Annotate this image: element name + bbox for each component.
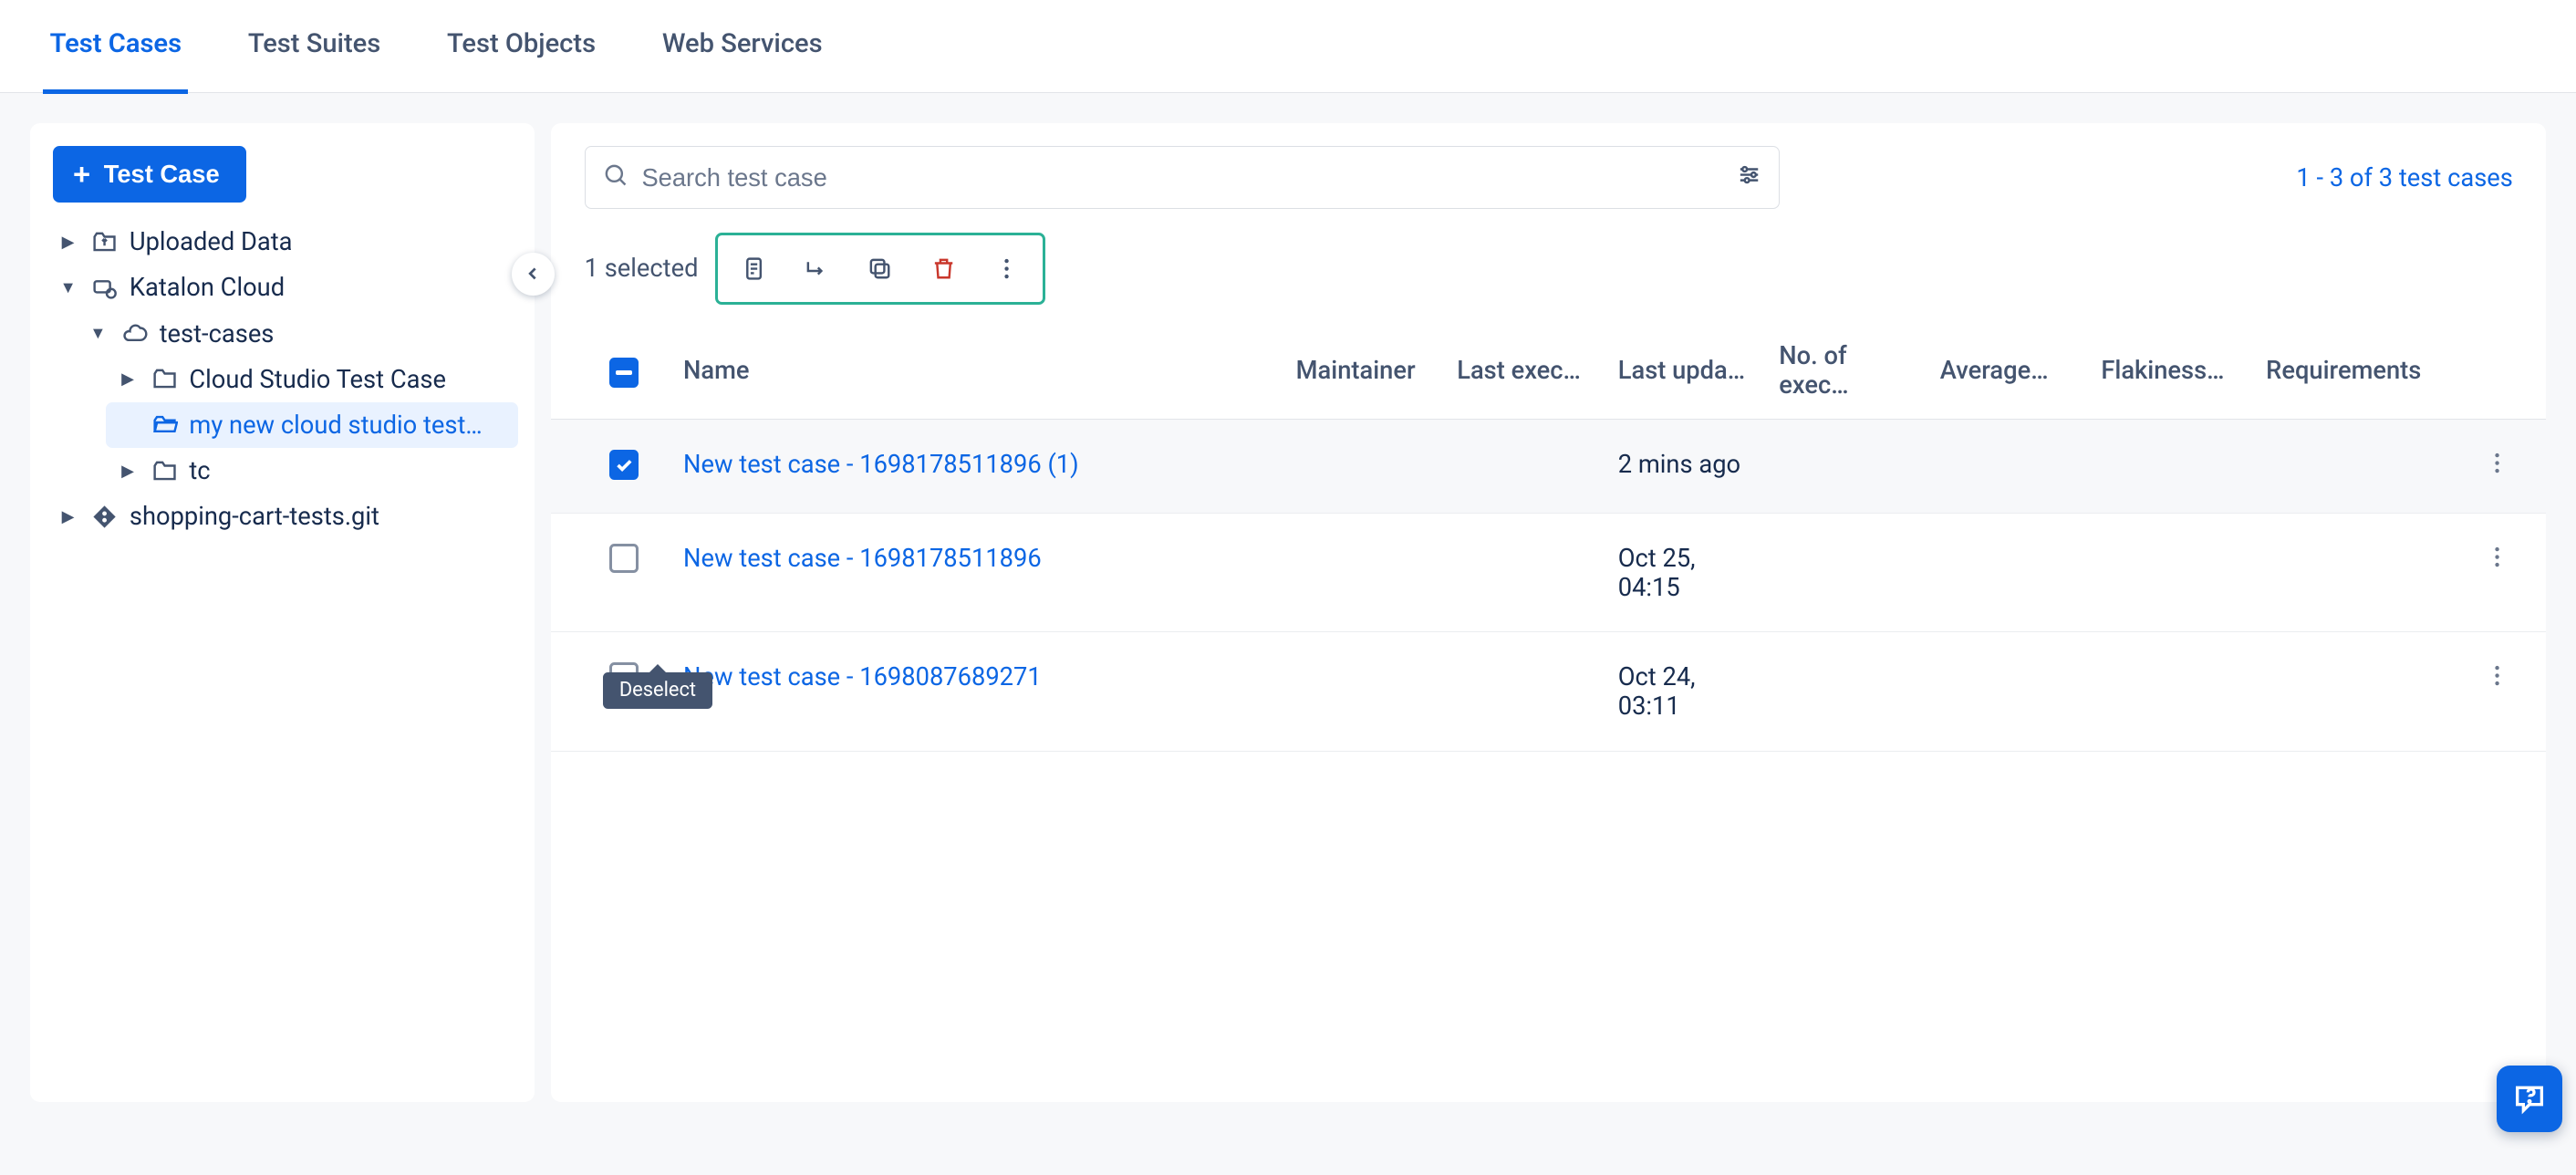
row-menu-button[interactable] (2484, 453, 2510, 483)
row-checkbox[interactable] (609, 450, 639, 480)
caret-right-icon: ▶ (116, 369, 139, 389)
tree-item-shopping-cart-git[interactable]: ▶ shopping-cart-tests.git (47, 494, 518, 539)
selection-count: 1 selected (585, 254, 699, 283)
tree-item-cloud-studio[interactable]: ▶ Cloud Studio Test Case (106, 357, 517, 402)
git-icon (89, 504, 119, 530)
search-icon (602, 161, 628, 194)
sidebar: + Test Case ▶ Uploaded Data ▼ (30, 123, 535, 1103)
col-requirements[interactable]: Requirements (2249, 321, 2448, 420)
top-tabs: Test Cases Test Suites Test Objects Web … (0, 0, 2576, 93)
tree-item-uploaded-data[interactable]: ▶ Uploaded Data (47, 219, 518, 265)
folder-icon (150, 458, 180, 484)
tree-label: shopping-cart-tests.git (130, 502, 379, 531)
tree-label: Uploaded Data (130, 227, 293, 256)
more-actions-button[interactable] (977, 242, 1037, 295)
tree-item-test-cases-folder[interactable]: ▼ test-cases (77, 311, 518, 357)
search-box[interactable] (585, 146, 1780, 209)
cell-last-updated: 2 mins ago (1602, 420, 1763, 514)
test-case-link[interactable]: New test case - 1698178511896 (1) (683, 450, 1079, 479)
tree-label: test-cases (160, 319, 275, 348)
table-row: New test case - 1698178511896 Oct 25, 04… (551, 513, 2546, 632)
caret-right-icon: ▶ (57, 233, 79, 252)
tree-item-tc[interactable]: ▶ tc (106, 448, 517, 494)
deselect-tooltip: Deselect (603, 672, 713, 709)
table-row: New test case - 1698087689271 Oct 24, 03… (551, 632, 2546, 752)
result-count: 1 - 3 of 3 test cases (2296, 163, 2512, 192)
test-case-link[interactable]: New test case - 1698087689271 (683, 662, 1042, 691)
tree-item-katalon-cloud[interactable]: ▼ Katalon Cloud (47, 265, 518, 310)
copy-to-file-button[interactable] (724, 242, 784, 295)
cloud-src-icon (89, 275, 119, 301)
tree-label: tc (189, 456, 210, 485)
table-row: New test case - 1698178511896 (1) 2 mins… (551, 420, 2546, 514)
main-panel: 1 - 3 of 3 test cases 1 selected (551, 123, 2546, 1103)
col-last-upda[interactable]: Last upda… (1602, 321, 1763, 420)
bulk-action-toolbar (715, 233, 1046, 305)
tree-label: Cloud Studio Test Case (189, 365, 446, 394)
tree-label: Katalon Cloud (130, 273, 285, 302)
cell-last-updated: Oct 24, 03:11 (1602, 632, 1763, 752)
tab-web-services[interactable]: Web Services (656, 2, 829, 94)
plus-icon: + (73, 160, 90, 190)
duplicate-button[interactable] (850, 242, 910, 295)
tree-label: my new cloud studio test… (189, 411, 482, 440)
folder-icon (150, 366, 180, 392)
tab-test-objects[interactable]: Test Objects (441, 2, 603, 94)
folder-tree: ▶ Uploaded Data ▼ Katalon Cloud (47, 219, 518, 539)
folder-open-icon (150, 411, 180, 438)
cloud-icon (119, 320, 150, 347)
col-maintainer[interactable]: Maintainer (1279, 321, 1440, 420)
tree-item-my-new-cloud-studio[interactable]: my new cloud studio test… (106, 402, 517, 448)
help-fab-button[interactable] (2497, 1066, 2563, 1132)
test-case-link[interactable]: New test case - 1698178511896 (683, 544, 1042, 573)
col-flakiness[interactable]: Flakiness… (2084, 321, 2249, 420)
caret-down-icon: ▼ (57, 278, 79, 297)
col-average[interactable]: Average… (1924, 321, 2085, 420)
col-name[interactable]: Name (667, 321, 1280, 420)
row-menu-button[interactable] (2484, 547, 2510, 577)
row-menu-button[interactable] (2484, 666, 2510, 695)
upload-folder-icon (89, 229, 119, 255)
caret-right-icon: ▶ (116, 462, 139, 481)
filter-icon[interactable] (1736, 161, 1762, 194)
tab-test-cases[interactable]: Test Cases (43, 2, 188, 94)
collapse-sidebar-button[interactable] (512, 253, 555, 296)
caret-right-icon: ▶ (57, 507, 79, 526)
caret-down-icon: ▼ (87, 324, 109, 343)
col-no-exec[interactable]: No. of exec… (1762, 321, 1924, 420)
new-test-case-button[interactable]: + Test Case (53, 146, 246, 203)
col-last-exec[interactable]: Last exec… (1440, 321, 1602, 420)
tab-test-suites[interactable]: Test Suites (242, 2, 388, 94)
cell-last-updated: Oct 25, 04:15 (1602, 513, 1763, 632)
test-case-table: Name Maintainer Last exec… Last upda… No… (551, 321, 2546, 752)
search-input[interactable] (628, 163, 1736, 192)
delete-button[interactable] (913, 242, 973, 295)
row-checkbox[interactable] (609, 544, 639, 574)
move-button[interactable] (787, 242, 847, 295)
select-all-checkbox[interactable] (609, 358, 639, 388)
new-button-label: Test Case (104, 160, 220, 189)
